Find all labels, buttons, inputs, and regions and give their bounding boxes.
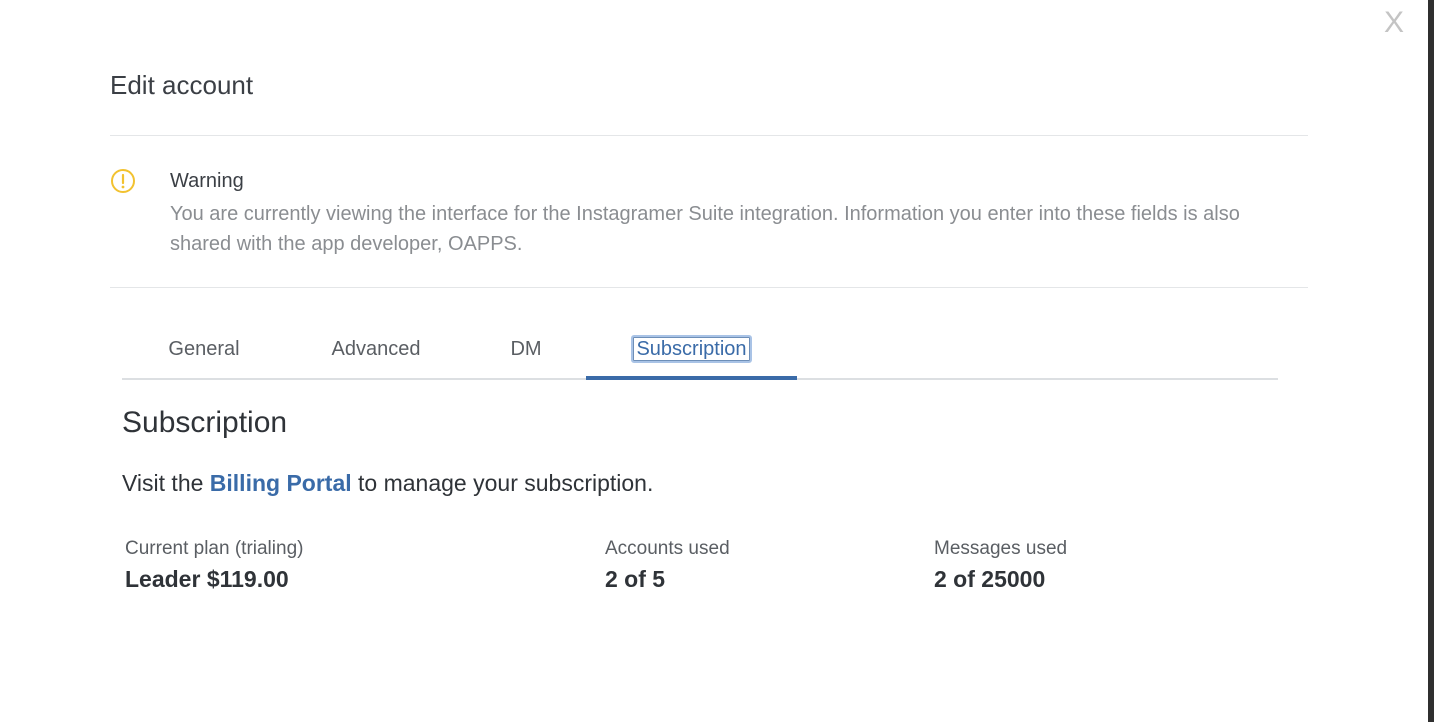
tab-bar: General Advanced DM Subscription — [122, 322, 1278, 380]
tab-general[interactable]: General — [162, 322, 246, 376]
section-title: Subscription — [122, 406, 288, 439]
active-tab-indicator — [586, 376, 797, 380]
messages-used-value: 2 of 25000 — [934, 566, 1046, 592]
billing-instructions: Visit the Billing Portal to manage your … — [122, 470, 653, 497]
current-plan-value: Leader $119.00 — [125, 566, 289, 592]
close-button[interactable]: X — [1384, 8, 1404, 38]
modal-title: Edit account — [110, 70, 254, 100]
window-edge — [1428, 0, 1434, 722]
accounts-used-value: 2 of 5 — [605, 566, 666, 592]
warning-circle-icon — [111, 169, 135, 193]
tab-advanced[interactable]: Advanced — [325, 322, 427, 376]
tab-subscription-label: Subscription — [631, 335, 752, 363]
warning-title: Warning — [170, 170, 244, 192]
warning-message: You are currently viewing the interface … — [170, 203, 1240, 255]
current-plan-stat: Current plan (trialing) Leader $119.00 — [125, 538, 303, 593]
tab-subscription[interactable]: Subscription — [586, 322, 797, 376]
accounts-used-label: Accounts used — [605, 538, 730, 559]
edit-account-modal: X Edit account Warning You are currently… — [0, 0, 1434, 722]
current-plan-label: Current plan (trialing) — [125, 538, 304, 559]
accounts-used-stat: Accounts used 2 of 5 — [605, 538, 730, 593]
tab-dm[interactable]: DM — [506, 322, 546, 376]
billing-portal-link[interactable]: Billing Portal — [210, 470, 352, 496]
visit-suffix: to manage your subscription. — [351, 470, 654, 496]
visit-prefix: Visit the — [122, 470, 210, 496]
warning-divider — [110, 287, 1308, 288]
messages-used-label: Messages used — [934, 538, 1068, 559]
messages-used-stat: Messages used 2 of 25000 — [934, 538, 1067, 593]
header-divider — [110, 135, 1308, 136]
